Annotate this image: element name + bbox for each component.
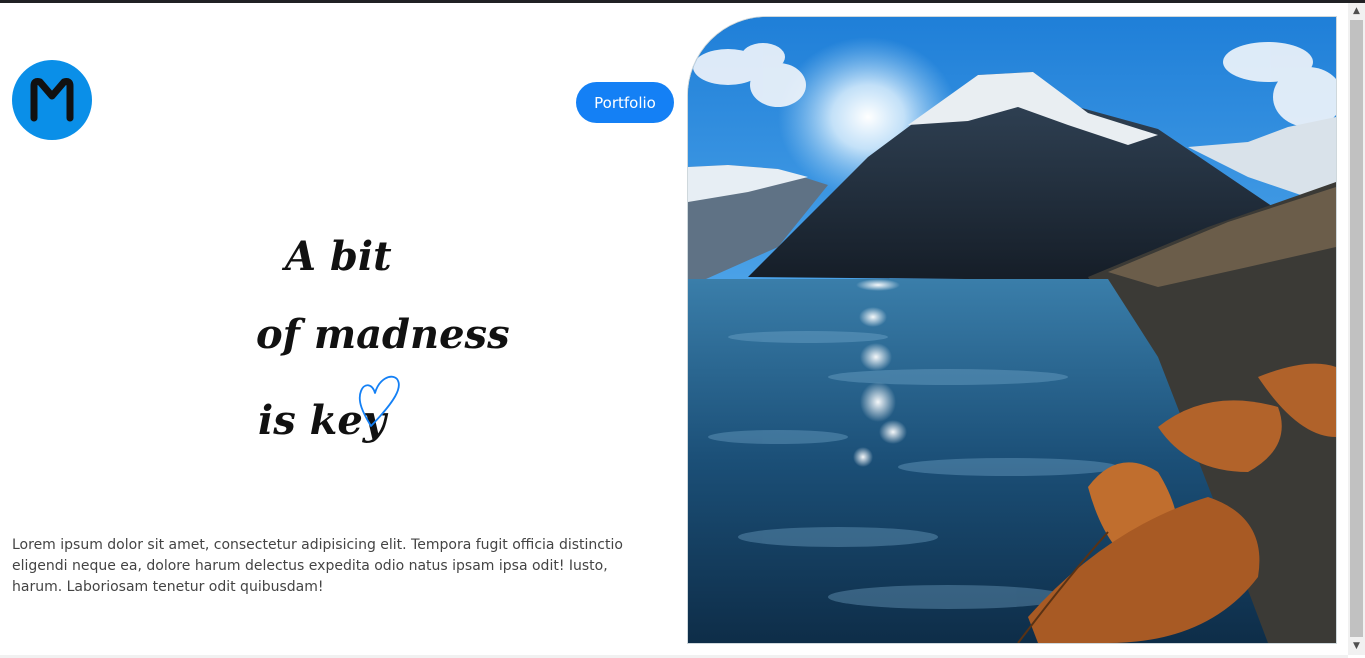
- logo[interactable]: [12, 60, 92, 140]
- vertical-scrollbar[interactable]: ▲ ▼: [1348, 3, 1365, 655]
- scrollbar-thumb[interactable]: [1350, 20, 1363, 637]
- page: Portfolio A bit of madness is key Lorem …: [0, 3, 1348, 655]
- heart-outline-icon: [358, 375, 400, 427]
- scroll-up-arrow-icon[interactable]: ▲: [1348, 3, 1365, 20]
- tagline-line-1: A bit: [285, 233, 392, 280]
- mountain-lake-image: [687, 16, 1337, 644]
- portfolio-button[interactable]: Portfolio: [576, 82, 674, 123]
- scroll-down-arrow-icon[interactable]: ▼: [1348, 638, 1365, 655]
- intro-paragraph: Lorem ipsum dolor sit amet, consectetur …: [12, 537, 623, 595]
- tagline-line-2: of madness: [256, 311, 510, 358]
- m-logo-icon: [30, 78, 74, 122]
